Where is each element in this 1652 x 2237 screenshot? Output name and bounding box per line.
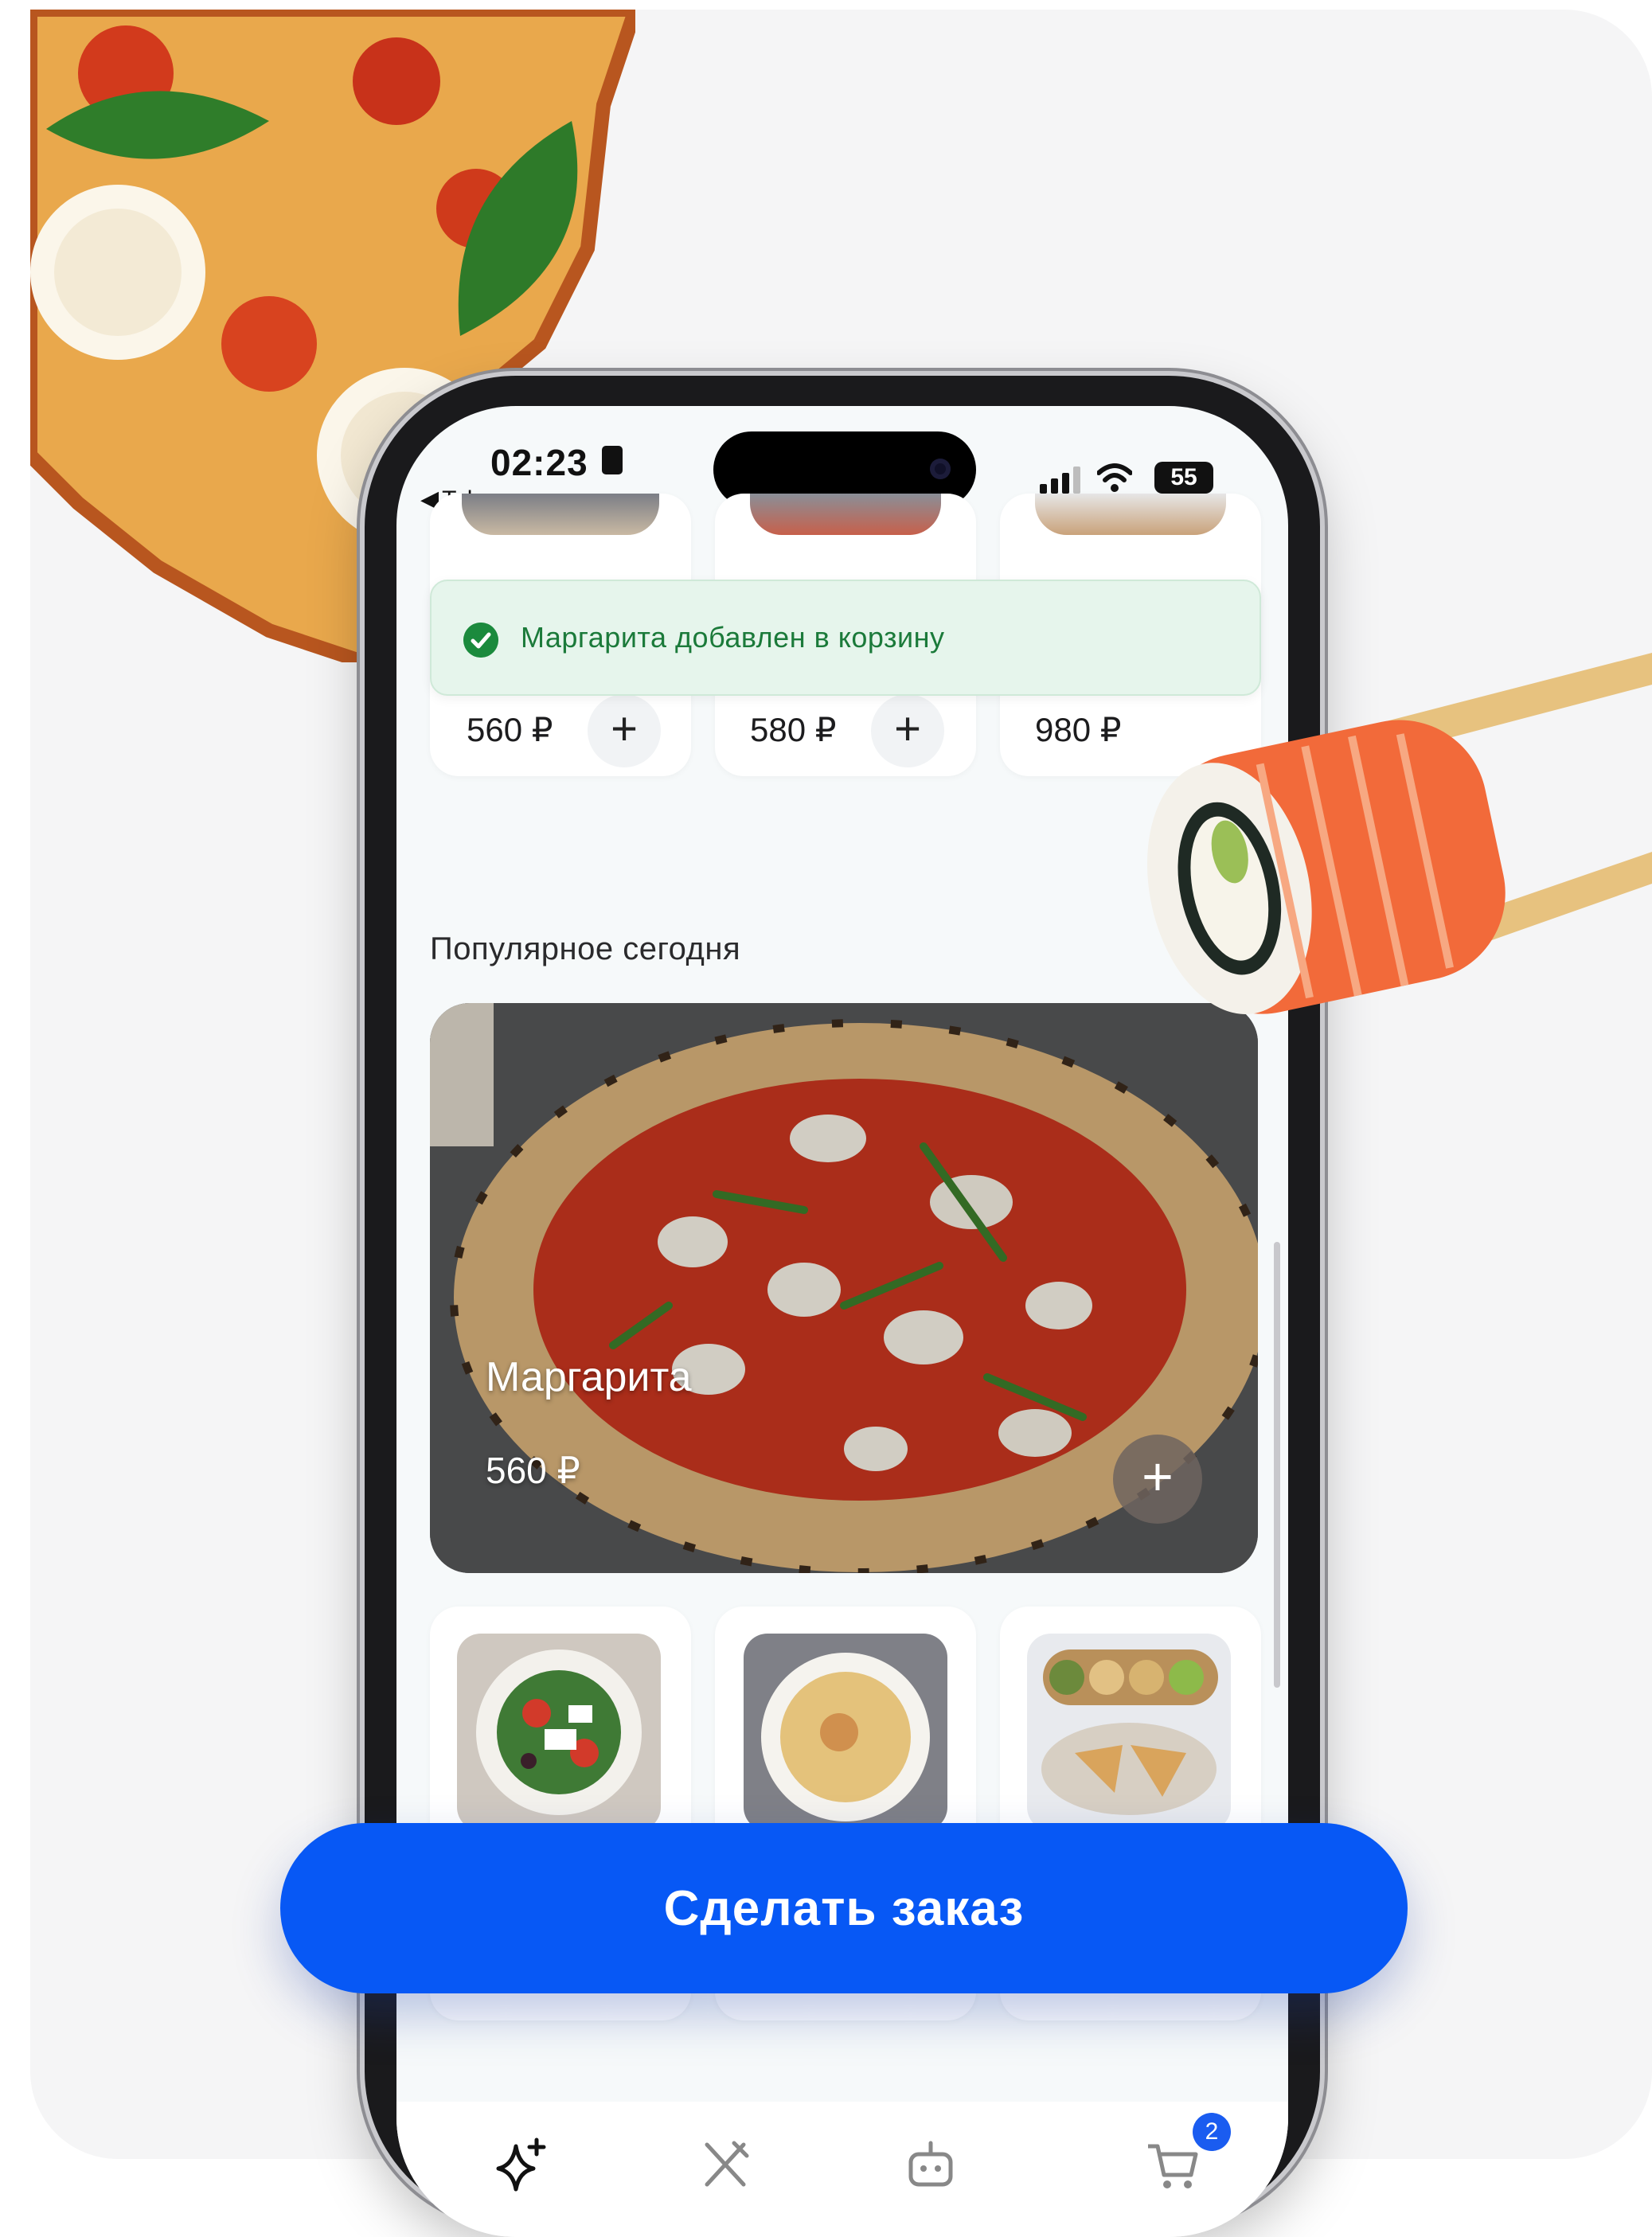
battery-indicator: 55 [1154,462,1213,494]
product-image [462,494,659,535]
greek-salad-image [457,1634,661,1831]
scrollbar[interactable] [1274,1242,1280,1688]
add-to-cart-button[interactable]: + [588,694,661,767]
tab-menu[interactable] [697,2137,753,2192]
tab-cart[interactable] [1145,2137,1201,2192]
product-image [750,494,941,535]
place-order-button[interactable]: Сделать заказ [280,1823,1408,1993]
hummus-image [744,1634,947,1831]
sparkles-icon [496,2137,546,2192]
focus-mode-icon [602,446,623,474]
product-price: 580 ₽ [750,711,837,748]
popular-item-name: Маргарита [486,1354,692,1400]
cart-icon [1148,2144,1198,2188]
cellular-signal-icon [1040,467,1080,494]
wifi-icon [1097,463,1132,492]
check-circle-icon [463,623,498,658]
product-price: 980 ₽ [1035,711,1122,748]
status-time: 02:23 [490,442,588,483]
add-to-cart-button[interactable]: + [1113,1435,1202,1524]
popular-item-card[interactable]: Маргарита 560 ₽ + [430,1003,1258,1573]
cart-count-badge: 2 [1193,2113,1231,2151]
tab-assistant[interactable] [903,2137,959,2192]
utensils-icon [705,2141,749,2187]
popular-item-price: 560 ₽ [486,1450,580,1491]
mezze-platter-image [1027,1634,1231,1831]
section-title: Популярное сегодня [430,931,741,966]
product-price: 560 ₽ [467,711,553,748]
add-to-cart-button[interactable]: + [871,694,944,767]
product-image [1035,494,1226,535]
tab-sparkles[interactable] [492,2137,548,2192]
sushi-roll-image [1147,653,1652,1014]
robot-icon [908,2141,953,2187]
toast-message: Маргарита добавлен в корзину [521,621,945,654]
camera-icon [930,459,951,479]
